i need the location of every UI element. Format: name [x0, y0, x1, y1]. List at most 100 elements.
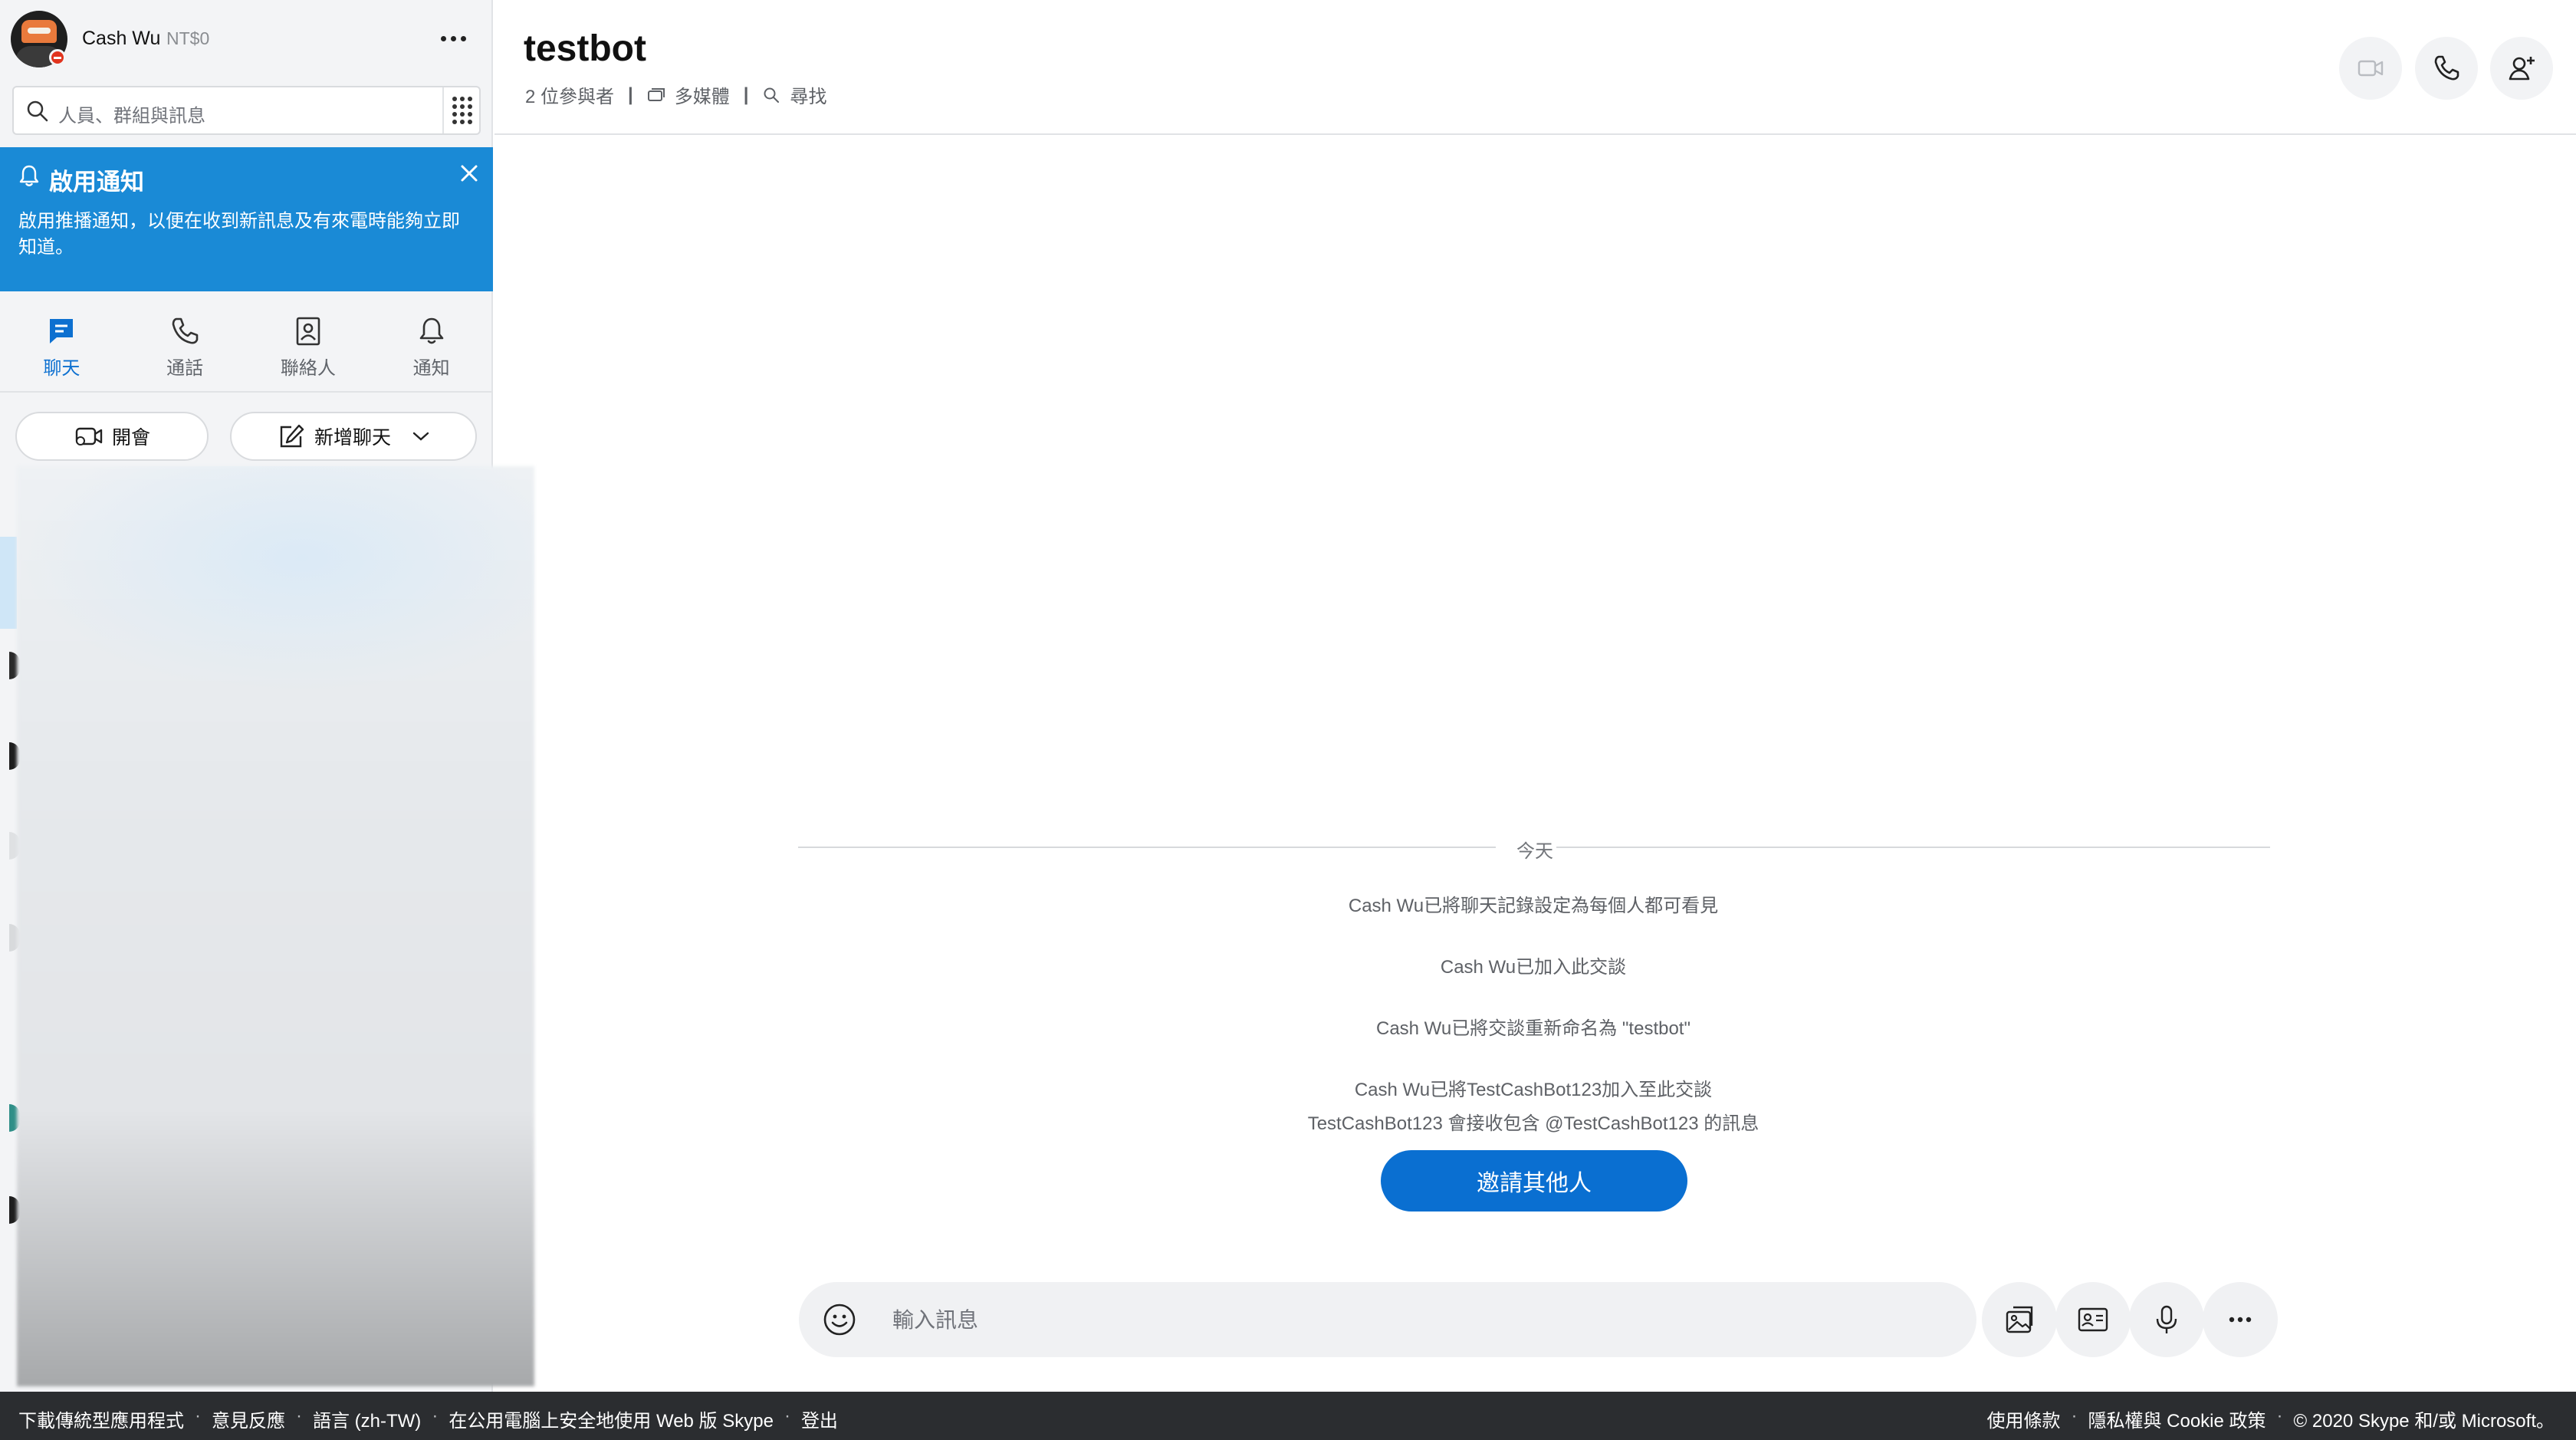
- chevron-down-icon: [412, 432, 429, 441]
- sign-out-link[interactable]: 登出: [801, 1405, 838, 1432]
- search-icon: [764, 87, 780, 103]
- dialpad-dot: [468, 104, 472, 109]
- media-attach-button[interactable]: [1982, 1282, 2057, 1357]
- separator: ·: [195, 1405, 201, 1426]
- separator: |: [628, 84, 633, 105]
- separator: ·: [2276, 1405, 2283, 1426]
- system-message: Cash Wu已將交談重新命名為 "testbot": [1375, 1018, 1691, 1039]
- copyright-text: © 2020 Skype 和/或 Microsoft。: [2293, 1411, 2555, 1432]
- more-dot-icon: [440, 35, 446, 41]
- separator: ·: [296, 1405, 302, 1426]
- avatar-eyes: [28, 28, 51, 34]
- new-chat-button[interactable]: 新增聊天: [230, 412, 477, 461]
- redacted-conversation-glow: [17, 466, 534, 696]
- audio-call-button[interactable]: [2415, 37, 2478, 100]
- enable-notifications-banner[interactable]: 啟用通知 啟用推播通知，以便在收到新訊息及有來電時能夠立即知道。: [0, 147, 493, 291]
- tab-label: 聊天: [43, 358, 80, 379]
- image-attach-icon: [2006, 1306, 2033, 1333]
- terms-link[interactable]: 使用條款: [1986, 1405, 2060, 1432]
- tab-label: 通知: [412, 358, 450, 379]
- language-link[interactable]: 語言 (zh-TW): [313, 1405, 421, 1432]
- footer: 下載傳統型應用程式 · 意見反應 · 語言 (zh-TW) · 在公用電腦上安全…: [0, 1392, 2576, 1440]
- system-message: Cash Wu已將聊天記錄設定為每個人都可看見: [1348, 896, 1719, 916]
- dialpad-dot: [460, 97, 465, 101]
- profile-name[interactable]: Cash Wu: [82, 28, 160, 50]
- dialpad-dot: [468, 120, 472, 124]
- dialpad-dot: [460, 120, 465, 124]
- dialpad-dot: [452, 97, 457, 101]
- download-app-link[interactable]: 下載傳統型應用程式: [18, 1405, 184, 1432]
- meet-now-label: 開會: [111, 427, 150, 449]
- phone-icon: [2434, 55, 2459, 81]
- emoji-icon[interactable]: [822, 1302, 857, 1337]
- dialpad-dot: [452, 120, 457, 124]
- more-icon: [2229, 1317, 2252, 1323]
- feedback-link[interactable]: 意見反應: [212, 1405, 285, 1432]
- dialpad-dot: [460, 112, 465, 117]
- media-link[interactable]: 多媒體: [675, 81, 730, 108]
- main-nav: 聊天 通話 聯絡人 通知: [0, 299, 493, 390]
- separator: |: [743, 84, 749, 105]
- selected-conversation-highlight: [0, 537, 17, 629]
- phone-icon: [172, 317, 199, 344]
- dialpad-dot: [460, 104, 465, 109]
- add-people-button[interactable]: [2490, 37, 2553, 100]
- participants-link[interactable]: 2 位參與者: [525, 81, 614, 108]
- search-box[interactable]: 人員、群組與訊息: [12, 86, 481, 135]
- more-composer-options-button[interactable]: [2203, 1282, 2278, 1357]
- close-icon[interactable]: [457, 161, 481, 186]
- bell-icon: [19, 165, 39, 186]
- dialpad-dot: [452, 104, 457, 109]
- chat-meta: 2 位參與者 | 多媒體 | 尋找: [525, 81, 826, 108]
- voice-message-button[interactable]: [2129, 1282, 2204, 1357]
- dialpad-button[interactable]: [442, 87, 481, 133]
- message-composer: [799, 1282, 1976, 1357]
- system-message: TestCashBot123 會接收包含 @TestCashBot123 的訊息: [1307, 1113, 1760, 1134]
- dialpad-dot: [468, 97, 472, 101]
- tab-chats[interactable]: 聊天: [0, 299, 123, 390]
- microphone-icon: [2156, 1305, 2177, 1333]
- new-chat-label: 新增聊天: [314, 427, 391, 449]
- date-divider-line: [1556, 847, 2270, 848]
- message-input[interactable]: [892, 1305, 1950, 1336]
- contact-card-icon: [2078, 1307, 2108, 1332]
- separator: ·: [2071, 1405, 2078, 1426]
- tab-notifications[interactable]: 通知: [370, 299, 493, 390]
- more-options-button[interactable]: [434, 23, 472, 54]
- meet-now-button[interactable]: 開會: [15, 412, 209, 461]
- date-divider-line: [798, 847, 1496, 848]
- skype-credit[interactable]: NT$0: [166, 28, 209, 49]
- date-divider-label: 今天: [1516, 841, 1553, 862]
- tab-calls[interactable]: 通話: [123, 299, 247, 390]
- find-link[interactable]: 尋找: [790, 81, 826, 108]
- more-dot-icon: [460, 35, 466, 41]
- more-dot-icon: [450, 35, 456, 41]
- chat-title[interactable]: testbot: [524, 28, 646, 70]
- chat-icon: [50, 319, 74, 344]
- invite-others-button[interactable]: 邀請其他人: [1381, 1150, 1687, 1212]
- divider: [0, 391, 493, 393]
- video-call-button[interactable]: [2339, 37, 2402, 100]
- chat-header: testbot 2 位參與者 | 多媒體 | 尋找: [495, 0, 2576, 135]
- footer-left-links: 下載傳統型應用程式 · 意見反應 · 語言 (zh-TW) · 在公用電腦上安全…: [18, 1405, 838, 1432]
- public-computer-link[interactable]: 在公用電腦上安全地使用 Web 版 Skype: [449, 1405, 774, 1432]
- footer-right-links: 使用條款 · 隱私權與 Cookie 政策 · © 2020 Skype 和/或…: [1986, 1405, 2555, 1432]
- dialpad-dot: [468, 112, 472, 117]
- system-message: Cash Wu已加入此交談: [1440, 957, 1627, 978]
- add-person-icon: [2509, 57, 2535, 81]
- banner-title: 啟用通知: [49, 169, 144, 196]
- privacy-link[interactable]: 隱私權與 Cookie 政策: [2088, 1405, 2266, 1432]
- bell-icon: [419, 317, 443, 344]
- meet-now-icon: [75, 427, 103, 445]
- contact-card-button[interactable]: [2055, 1282, 2131, 1357]
- dialpad-dot: [452, 112, 457, 117]
- do-not-disturb-status-icon: [49, 49, 66, 66]
- profile-header: Cash Wu NT$0: [0, 0, 493, 80]
- tab-label: 聯絡人: [280, 358, 336, 379]
- compose-icon: [280, 424, 304, 448]
- banner-body: 啟用推播通知，以便在收到新訊息及有來電時能夠立即知道。: [18, 211, 460, 258]
- search-icon: [27, 100, 48, 122]
- tab-contacts[interactable]: 聯絡人: [247, 299, 370, 390]
- tab-label: 通話: [166, 358, 204, 379]
- search-input[interactable]: 人員、群組與訊息: [58, 100, 205, 127]
